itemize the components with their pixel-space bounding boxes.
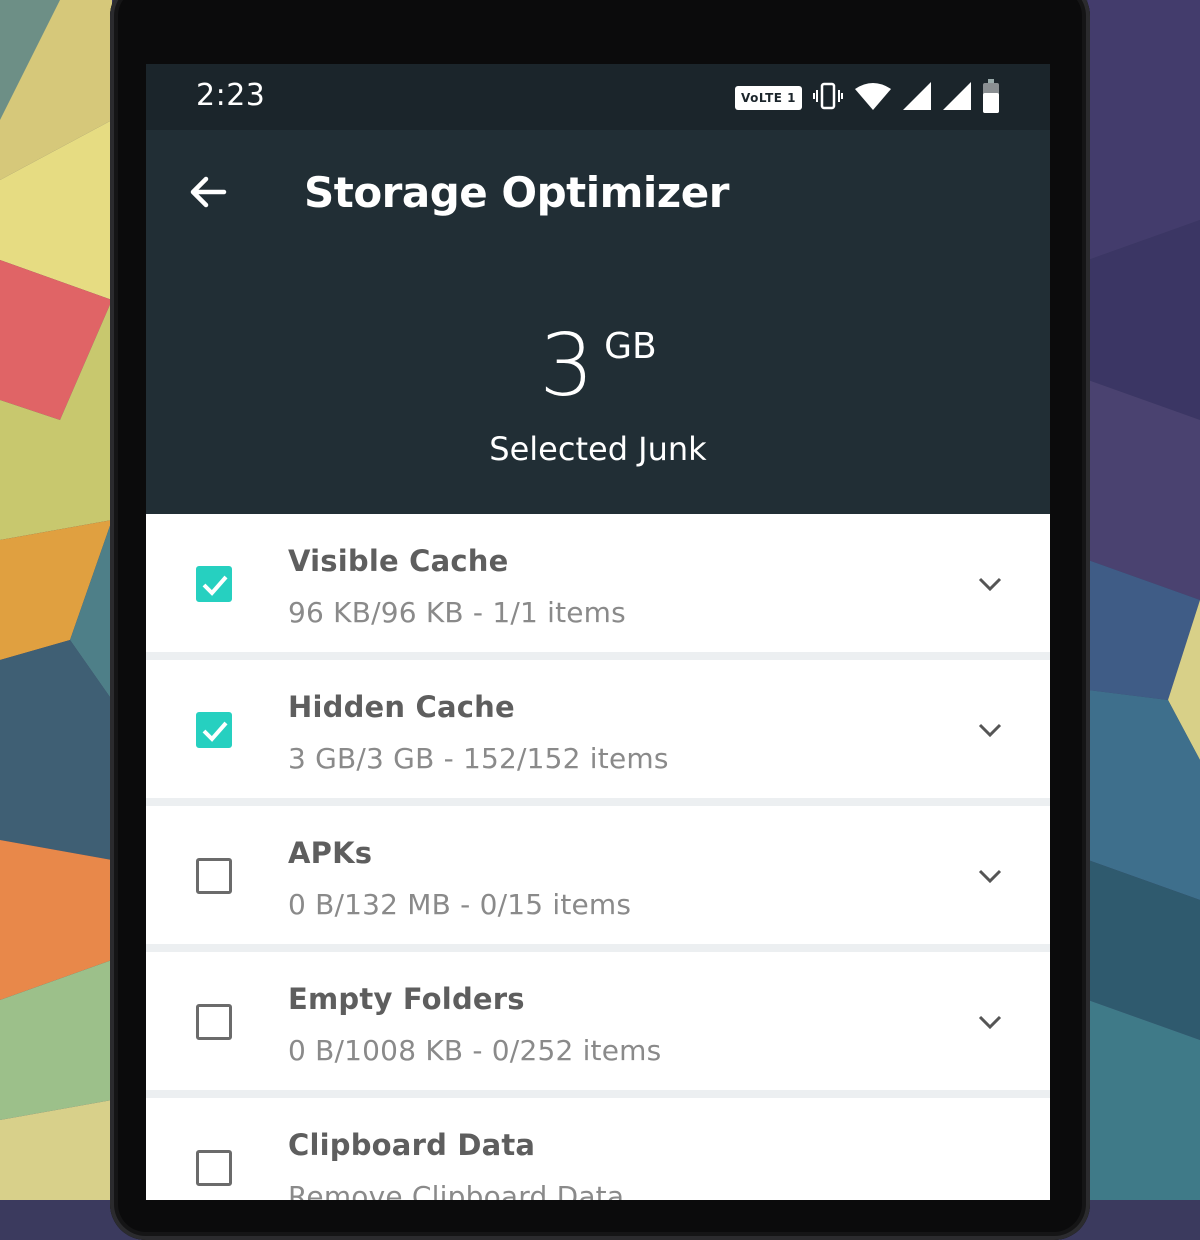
junk-category-list: Visible Cache 96 KB/96 KB - 1/1 items Hi… xyxy=(146,514,1050,1200)
status-icons: VoLTE 1 xyxy=(735,79,1000,117)
check-icon xyxy=(202,575,228,596)
status-time: 2:23 xyxy=(196,78,266,113)
vibrate-icon xyxy=(812,80,844,116)
wallpaper-left xyxy=(0,0,112,1200)
item-title: Empty Folders xyxy=(288,982,525,1016)
list-item-empty-folders[interactable]: Empty Folders 0 B/1008 KB - 0/252 items xyxy=(146,952,1050,1090)
back-button[interactable] xyxy=(186,170,230,214)
arrow-left-icon xyxy=(190,176,227,208)
chevron-down-icon[interactable] xyxy=(976,866,1004,886)
list-item-visible-cache[interactable]: Visible Cache 96 KB/96 KB - 1/1 items xyxy=(146,514,1050,652)
check-icon xyxy=(202,721,228,742)
chevron-down-icon[interactable] xyxy=(976,574,1004,594)
junk-size-unit: GB xyxy=(604,326,657,367)
signal-icon xyxy=(942,81,972,115)
item-title: Hidden Cache xyxy=(288,690,515,724)
signal-icon xyxy=(902,81,932,115)
status-bar: 2:23 VoLTE 1 xyxy=(146,64,1050,130)
list-item-apks[interactable]: APKs 0 B/132 MB - 0/15 items xyxy=(146,806,1050,944)
item-detail: Remove Clipboard Data xyxy=(288,1180,625,1200)
item-detail: 96 KB/96 KB - 1/1 items xyxy=(288,596,626,629)
item-title: Visible Cache xyxy=(288,544,509,578)
wallpaper-right xyxy=(1088,0,1200,1200)
page-title: Storage Optimizer xyxy=(304,168,729,217)
app-header: Storage Optimizer 3 GB Selected Junk xyxy=(146,130,1050,514)
item-detail: 0 B/1008 KB - 0/252 items xyxy=(288,1034,662,1067)
chevron-down-icon[interactable] xyxy=(976,1012,1004,1032)
app-screen: 2:23 VoLTE 1 Storage Optimizer 3 GB Sele… xyxy=(146,64,1050,1200)
junk-size-value: 3 xyxy=(539,316,595,416)
list-item-hidden-cache[interactable]: Hidden Cache 3 GB/3 GB - 152/152 items xyxy=(146,660,1050,798)
checkbox[interactable] xyxy=(196,1004,232,1040)
checkbox[interactable] xyxy=(196,712,232,748)
list-item-clipboard-data[interactable]: Clipboard Data Remove Clipboard Data xyxy=(146,1098,1050,1200)
selected-junk-label: Selected Junk xyxy=(489,430,707,468)
item-detail: 3 GB/3 GB - 152/152 items xyxy=(288,742,669,775)
item-title: APKs xyxy=(288,836,373,870)
checkbox[interactable] xyxy=(196,858,232,894)
checkbox[interactable] xyxy=(196,566,232,602)
item-title: Clipboard Data xyxy=(288,1128,536,1162)
battery-icon xyxy=(982,79,1000,117)
junk-size: 3 GB xyxy=(146,320,1050,412)
wifi-icon xyxy=(854,81,892,115)
checkbox[interactable] xyxy=(196,1150,232,1186)
chevron-down-icon[interactable] xyxy=(976,720,1004,740)
volte-badge: VoLTE 1 xyxy=(735,86,802,110)
item-detail: 0 B/132 MB - 0/15 items xyxy=(288,888,632,921)
